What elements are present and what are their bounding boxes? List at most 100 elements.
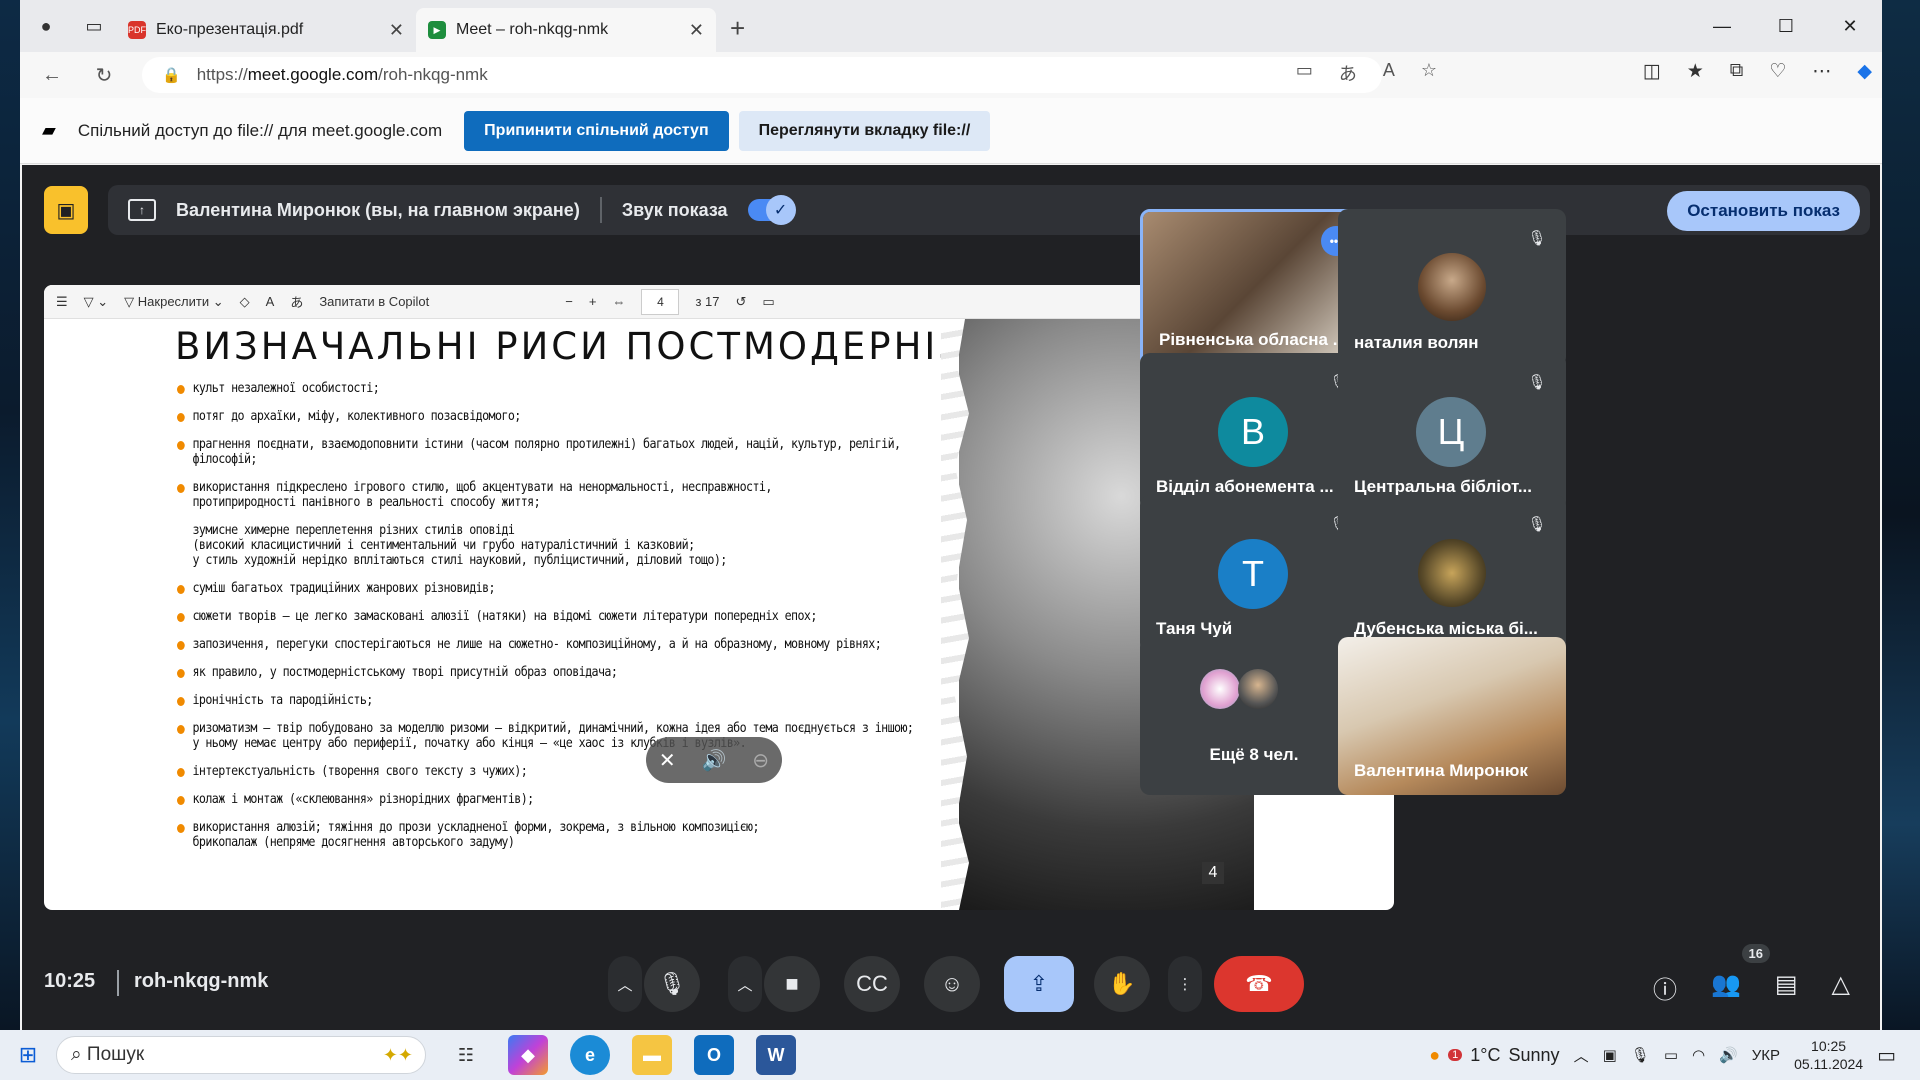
view-tab-button[interactable]: Переглянути вкладку file://	[738, 110, 991, 151]
tab-actions-icon[interactable]: ▭	[76, 8, 112, 44]
captions-icon[interactable]: CC	[844, 956, 900, 1012]
unpin-icon[interactable]: ✕	[659, 748, 676, 773]
notifications-icon[interactable]: ▭	[1877, 1043, 1896, 1068]
weather-sun-icon: ●	[1429, 1044, 1441, 1065]
wifi-icon[interactable]: ◠	[1692, 1046, 1705, 1064]
microphone-icon[interactable]: 🎙	[644, 956, 700, 1012]
browser-window: ● ▭ PDF Еко-презентація.pdf ✕ ▶ Meet – r…	[20, 0, 1882, 1030]
battery-icon[interactable]: ▭	[1664, 1046, 1678, 1064]
browser-essentials-icon[interactable]: ♡	[1769, 60, 1786, 83]
fit-page-icon[interactable]: ⇔	[612, 294, 625, 309]
list-item: сюжети творів — це легко замасковані алю…	[177, 609, 951, 624]
translate-icon[interactable]: あ	[1339, 60, 1357, 86]
copilot-icon[interactable]: ◆	[1857, 60, 1872, 83]
minimize-icon[interactable]: —	[1690, 16, 1754, 37]
camera-in-use-icon[interactable]: ▭	[1296, 60, 1313, 86]
page-total: з 17	[695, 294, 720, 309]
present-screen-button[interactable]: ⇪	[1004, 956, 1074, 1012]
info-icon[interactable]: ⓘ	[1653, 970, 1677, 1005]
reload-icon[interactable]: ↻	[84, 63, 124, 88]
read-aloud-icon[interactable]: A	[1383, 60, 1395, 86]
people-icon[interactable]: 👥	[1711, 970, 1741, 1005]
participant-tile[interactable]: Ц 🎙 Центральна бібліот...	[1338, 353, 1566, 511]
rotate-icon[interactable]: ↺	[736, 294, 747, 310]
show-hidden-icons-icon[interactable]: ︿	[1574, 1045, 1589, 1066]
favorite-star-icon[interactable]: ☆	[1421, 60, 1437, 86]
activities-icon[interactable]: △	[1832, 970, 1850, 1005]
file-explorer-icon[interactable]: ▬	[632, 1035, 672, 1075]
search-icon: ⌕	[71, 1044, 87, 1065]
more-menu-icon[interactable]: ⋯	[1812, 60, 1831, 83]
presenting-bar: ↑ Валентина Миронюк (вы, на главном экра…	[108, 185, 1870, 235]
page-number-input[interactable]: 4	[641, 288, 680, 315]
raise-hand-icon[interactable]: ✋	[1094, 956, 1150, 1012]
remove-icon[interactable]: ⊖	[752, 748, 769, 773]
windows-start-icon[interactable]: ⊞	[0, 1042, 56, 1068]
eraser-icon[interactable]: ◇	[240, 294, 250, 310]
tab-pdf[interactable]: PDF Еко-презентація.pdf ✕	[116, 8, 416, 52]
close-tab-icon[interactable]: ✕	[689, 20, 704, 41]
collections-icon[interactable]: ⧉	[1730, 60, 1744, 83]
participant-name: Відділ абонемента ...	[1156, 477, 1334, 496]
stop-sharing-button[interactable]: Припинити спільний доступ	[464, 110, 729, 151]
search-highlight-icon: ✦✦	[382, 1044, 413, 1065]
stop-presenting-button[interactable]: Остановить показ	[1667, 191, 1860, 231]
page-number-badge: 4	[1202, 862, 1224, 884]
more-participants-tile[interactable]: Ещё 8 чел.	[1140, 637, 1368, 795]
torn-edge	[941, 319, 969, 910]
zoom-in-icon[interactable]: +	[589, 294, 597, 309]
profile-icon[interactable]: ●	[28, 8, 64, 44]
avatar	[1418, 539, 1486, 607]
check-icon: ✓	[765, 195, 796, 225]
volume-icon[interactable]: 🔊	[702, 748, 727, 773]
video-options-chevron-icon[interactable]: ︿	[728, 956, 762, 1012]
copilot-button[interactable]: Запитати в Copilot	[319, 294, 429, 309]
highlight-icon[interactable]: ▽ ⌄	[84, 294, 109, 310]
presenter-name: Валентина Миронюк (вы, на главном экране…	[176, 199, 580, 220]
task-view-icon[interactable]: ☷	[446, 1035, 486, 1075]
audio-options-chevron-icon[interactable]: ︿	[608, 956, 642, 1012]
meeting-time: 10:25	[44, 970, 96, 992]
maximize-icon[interactable]: ☐	[1754, 16, 1818, 37]
url-input[interactable]: 🔒 https://meet.google.com/roh-nkqg-nmk	[142, 57, 1382, 93]
tab-meet[interactable]: ▶ Meet – roh-nkqg-nmk ✕	[416, 8, 716, 52]
sound-toggle[interactable]: ✓	[747, 195, 796, 225]
copilot-icon[interactable]: ◆	[508, 1035, 548, 1075]
contents-icon[interactable]: ☰	[56, 294, 68, 310]
participant-name: Валентина Миронюк	[1354, 761, 1528, 780]
close-window-icon[interactable]: ✕	[1818, 16, 1882, 37]
avatar: Ц	[1416, 397, 1486, 467]
chat-icon[interactable]: ▤	[1775, 970, 1798, 1005]
split-screen-icon[interactable]: ◫	[1643, 60, 1661, 83]
zoom-out-icon[interactable]: −	[565, 294, 573, 309]
weather-widget[interactable]: ● 1 1°C Sunny	[1429, 1045, 1559, 1066]
microphone-tray-icon[interactable]: 🎙	[1631, 1046, 1650, 1064]
clock[interactable]: 10:25 05.11.2024	[1794, 1037, 1863, 1073]
camera-icon[interactable]: ■	[764, 956, 820, 1012]
participant-tile[interactable]: 🎙 наталия волян	[1338, 209, 1566, 367]
participant-tile[interactable]: Т 🎙 Таня Чуй	[1140, 495, 1368, 653]
meet-tray-icon[interactable]: ▣	[1603, 1046, 1617, 1064]
participant-tile[interactable]: Валентина Миронюк	[1338, 637, 1566, 795]
new-tab-icon[interactable]: +	[730, 13, 745, 44]
emoji-icon[interactable]: ☺	[924, 956, 980, 1012]
back-icon[interactable]: ←	[32, 64, 72, 87]
draw-tool[interactable]: ▽ Накреслити ⌄	[124, 294, 223, 310]
participant-tile[interactable]: В 🎙 Відділ абонемента ...	[1140, 353, 1368, 511]
leave-call-button[interactable]: ☎	[1214, 956, 1304, 1012]
volume-icon[interactable]: 🔊	[1719, 1046, 1738, 1064]
language-indicator[interactable]: УКР	[1752, 1047, 1780, 1064]
translate-icon[interactable]: あ	[290, 292, 303, 311]
list-item: ризоматизм – твір побудовано за моделлю …	[177, 721, 951, 751]
outlook-icon[interactable]: O	[694, 1035, 734, 1075]
participant-tile[interactable]: ••• Рівненська обласна ...	[1140, 209, 1368, 367]
taskbar-search[interactable]: ⌕ Пошук ✦✦	[56, 1036, 426, 1074]
participant-tile[interactable]: 🎙 Дубенська міська бі...	[1338, 495, 1566, 653]
read-aloud-icon[interactable]: A	[266, 294, 275, 309]
close-tab-icon[interactable]: ✕	[389, 20, 404, 41]
favorites-icon[interactable]: ★	[1687, 60, 1704, 83]
page-view-icon[interactable]: ▭	[762, 294, 774, 310]
word-icon[interactable]: W	[756, 1035, 796, 1075]
edge-icon[interactable]: e	[570, 1035, 610, 1075]
more-options-icon[interactable]: ⋮	[1168, 956, 1202, 1012]
